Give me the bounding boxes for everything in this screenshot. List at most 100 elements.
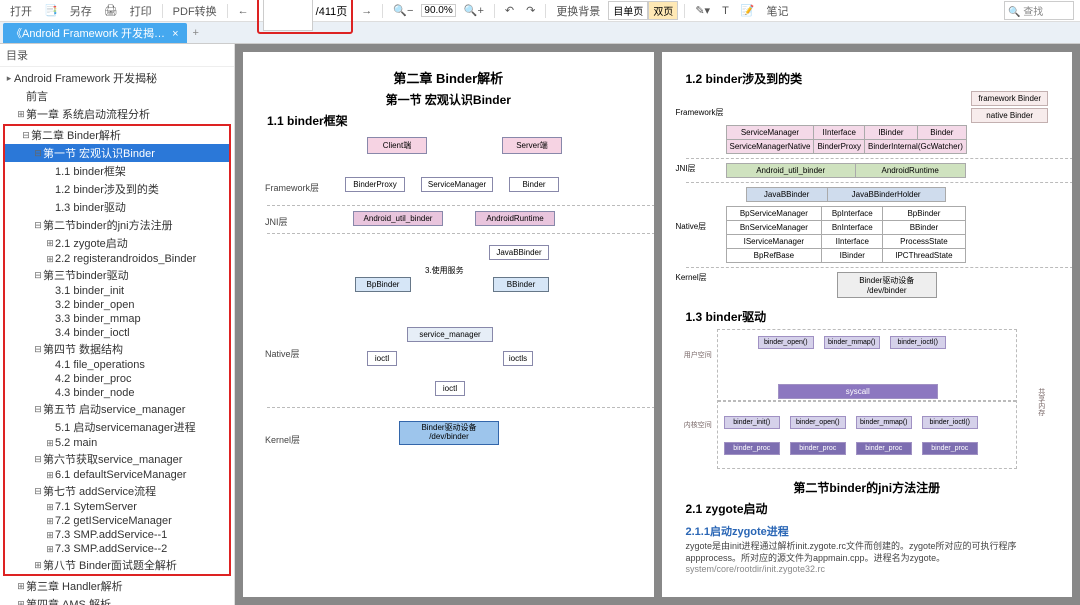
- page-group: /411页: [257, 0, 354, 34]
- note-btn[interactable]: 笔记: [763, 2, 793, 20]
- toc-7-2[interactable]: ⊞7.2 getIServiceManager: [5, 514, 229, 528]
- box-ioctl: ioctl: [367, 351, 397, 366]
- box-binderproxy: BinderProxy: [345, 177, 405, 192]
- rotate-right-icon[interactable]: ↷: [522, 3, 539, 18]
- zoom-in-icon[interactable]: 🔍+: [460, 3, 488, 18]
- box-client: Client端: [367, 137, 427, 154]
- toc-5-2[interactable]: ⊞5.2 main: [5, 436, 229, 450]
- body-2-1-1: zygote是由init进程通过解析init.zygote.rc文件而创建的。z…: [686, 541, 1049, 564]
- lbl-user: 用户空间: [684, 350, 712, 360]
- prev-page-icon[interactable]: ←: [234, 4, 253, 18]
- lane-jni2: JNI层: [676, 163, 696, 174]
- toc-3-3[interactable]: 3.3 binder_mmap: [5, 312, 229, 326]
- mode-single[interactable]: 目单页: [608, 1, 648, 20]
- toc-5-1[interactable]: 5.1 启动servicemanager进程: [5, 418, 229, 436]
- legend-nat: native Binder: [971, 108, 1048, 123]
- toc-4-1[interactable]: 4.1 file_operations: [5, 358, 229, 372]
- toc-7-3a[interactable]: ⊞7.3 SMP.addService--1: [5, 528, 229, 542]
- toc-3-1[interactable]: 3.1 binder_init: [5, 284, 229, 298]
- toc-preface[interactable]: 前言: [0, 87, 234, 105]
- box-bbinder: BBinder: [493, 277, 549, 292]
- save-icon[interactable]: 📑: [40, 3, 62, 18]
- toc-4-2[interactable]: 4.2 binder_proc: [5, 372, 229, 386]
- toc-root[interactable]: ▸Android Framework 开发揭秘: [0, 69, 234, 87]
- toc-ch1[interactable]: ⊞第一章 系统启动流程分析: [0, 105, 234, 123]
- toc-sec2[interactable]: ⊟第二节binder的jni方法注册: [5, 216, 229, 234]
- toc-title: 目录: [0, 44, 234, 67]
- tabbar: 《Android Framework 开发揭… × +: [0, 22, 1080, 44]
- section-2-title: 第二节binder的jni方法注册: [686, 479, 1049, 496]
- view-mode: 目单页 双页: [608, 1, 678, 20]
- mode-double[interactable]: 双页: [648, 1, 678, 20]
- new-tab-icon[interactable]: +: [193, 27, 199, 39]
- open-btn[interactable]: 打开: [6, 2, 36, 20]
- h-1-2: 1.2 binder涉及到的类: [686, 70, 1049, 87]
- search-input[interactable]: 🔍 查找: [1004, 1, 1074, 20]
- code-path: system/core/rootdir/init.zygote32.rc: [686, 564, 1049, 576]
- rotate-left-icon[interactable]: ↶: [501, 3, 518, 18]
- page-total: /411页: [316, 3, 348, 19]
- toc-sec4[interactable]: ⊟第四节 数据结构: [5, 340, 229, 358]
- toolbar: 打开 📑 另存 🖨 打印 PDF转换 ← /411页 → 🔍− 90.0% 🔍+…: [0, 0, 1080, 22]
- toc-2-1[interactable]: ⊞2.1 zygote启动: [5, 234, 229, 252]
- box-server: Server端: [502, 137, 562, 154]
- lane-fw: Framework层: [676, 107, 724, 118]
- page-input[interactable]: [263, 0, 313, 31]
- zoom-level[interactable]: 90.0%: [421, 4, 455, 17]
- saveas-btn[interactable]: 另存: [66, 2, 96, 20]
- pdf-convert[interactable]: PDF转换: [169, 2, 221, 20]
- highlight-icon[interactable]: ✎▾: [691, 3, 714, 18]
- toc-sec3[interactable]: ⊟第三节binder驱动: [5, 266, 229, 284]
- toc-1-1[interactable]: 1.1 binder框架: [5, 162, 229, 180]
- toc-3-2[interactable]: 3.2 binder_open: [5, 298, 229, 312]
- lane-framework: Framework层: [265, 181, 319, 194]
- box-svc-manager: service_manager: [407, 327, 493, 342]
- toc-6-1[interactable]: ⊞6.1 defaultServiceManager: [5, 468, 229, 482]
- next-page-icon[interactable]: →: [357, 4, 376, 18]
- toc-sec1[interactable]: ⊟第一节 宏观认识Binder: [5, 144, 229, 162]
- print-btn[interactable]: 打印: [126, 2, 156, 20]
- export-icon[interactable]: 🖨: [100, 3, 122, 18]
- toc-tree: ▸Android Framework 开发揭秘 前言 ⊞第一章 系统启动流程分析…: [0, 67, 234, 605]
- toc-1-2[interactable]: 1.2 binder涉及到的类: [5, 180, 229, 198]
- toc-4-3[interactable]: 4.3 binder_node: [5, 386, 229, 400]
- toc-3-4[interactable]: 3.4 binder_ioctl: [5, 326, 229, 340]
- lbl-share: 共享内存: [1036, 388, 1046, 416]
- toc-sec7[interactable]: ⊟第七节 addService流程: [5, 482, 229, 500]
- page-viewer: 第二章 Binder解析 第一节 宏观认识Binder 1.1 binder框架…: [235, 44, 1080, 605]
- legend: framework Binder native Binder: [971, 91, 1048, 125]
- note-icon[interactable]: 📝: [737, 3, 759, 18]
- toc-1-3[interactable]: 1.3 binder驱动: [5, 198, 229, 216]
- toc-sec8[interactable]: ⊞第八节 Binder面试题全解析: [5, 556, 229, 574]
- close-tab-icon[interactable]: ×: [172, 28, 178, 40]
- toc-ch4[interactable]: ⊞第四章 AMS 解析: [0, 595, 234, 605]
- toc-ch3[interactable]: ⊞第三章 Handler解析: [0, 577, 234, 595]
- section-title: 第一节 宏观认识Binder: [267, 91, 630, 108]
- zoom-out-icon[interactable]: 🔍−: [389, 3, 417, 18]
- box-bpbinder: BpBinder: [355, 277, 411, 292]
- toc-ch2[interactable]: ⊟第二章 Binder解析: [5, 126, 229, 144]
- toc-2-2[interactable]: ⊞2.2 registerandroidos_Binder: [5, 252, 229, 266]
- h-2-1-1: 2.1.1启动zygote进程: [686, 523, 1049, 539]
- doc-tab[interactable]: 《Android Framework 开发揭… ×: [3, 23, 187, 43]
- chapter-title: 第二章 Binder解析: [267, 68, 630, 87]
- toc-sec5[interactable]: ⊟第五节 启动service_manager: [5, 400, 229, 418]
- page-left: 第二章 Binder解析 第一节 宏观认识Binder 1.1 binder框架…: [243, 52, 654, 597]
- diagram-1-1: Framework层 JNI层 Native层 Kernel层 Client端 …: [327, 133, 654, 463]
- box-ioctls: ioctls: [503, 351, 533, 366]
- box-ioctl2: ioctl: [435, 381, 465, 396]
- toc-sec6[interactable]: ⊟第六节获取service_manager: [5, 450, 229, 468]
- text-tool-icon[interactable]: T: [718, 4, 733, 18]
- box-binder: Binder: [509, 177, 559, 192]
- lane-native: Native层: [265, 347, 300, 360]
- box-sm: ServiceManager: [421, 177, 493, 192]
- toc-7-3b[interactable]: ⊞7.3 SMP.addService--2: [5, 542, 229, 556]
- h-2-1: 2.1 zygote启动: [686, 500, 1049, 517]
- bg-btn[interactable]: 更换背景: [552, 2, 604, 20]
- toc-7-1[interactable]: ⊞7.1 SytemServer: [5, 500, 229, 514]
- box-driver: Binder驱动设备 /dev/binder: [399, 421, 499, 445]
- legend-fw: framework Binder: [971, 91, 1048, 106]
- h-1-3: 1.3 binder驱动: [686, 308, 1049, 325]
- box-autil: Android_util_binder: [353, 211, 443, 226]
- label-use-service: 3.使用服务: [425, 265, 464, 276]
